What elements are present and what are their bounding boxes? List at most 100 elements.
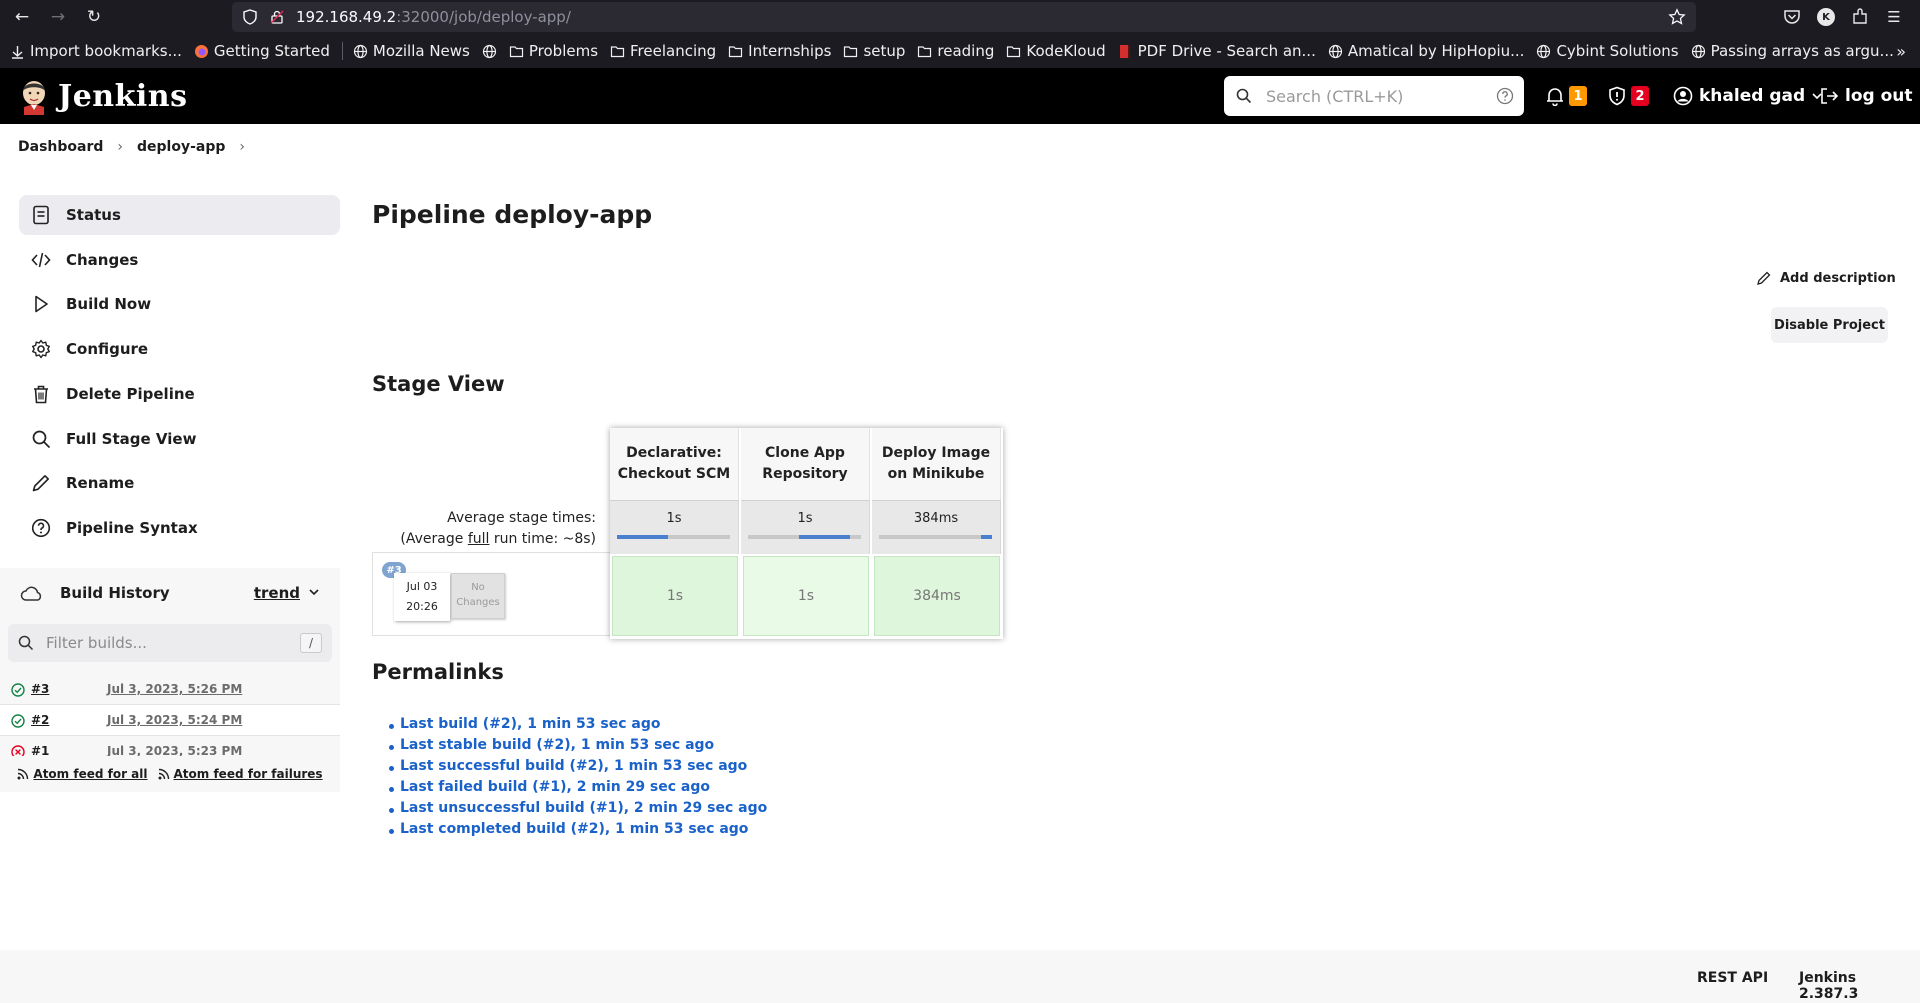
bookmark-item[interactable]: KodeKloud: [1006, 42, 1106, 60]
sidebar-item-rename[interactable]: Rename: [19, 463, 340, 503]
menu-icon[interactable]: ☰: [1884, 7, 1904, 27]
sidebar-item-label: Changes: [66, 250, 139, 269]
permalinks-title: Permalinks: [372, 660, 504, 684]
breadcrumb-deploy-app[interactable]: deploy-app: [137, 139, 225, 155]
jenkins-version-link[interactable]: Jenkins 2.387.3: [1799, 970, 1920, 1002]
permalink-link[interactable]: Last build (#2), 1 min 53 sec ago: [400, 716, 661, 732]
sidebar-item-build-now[interactable]: Build Now: [19, 284, 340, 324]
atom-feed-all-label: Atom feed for all: [33, 767, 148, 781]
build-number-link[interactable]: #2: [31, 713, 81, 727]
disable-project-button[interactable]: Disable Project: [1771, 307, 1888, 343]
logout-icon: [1821, 88, 1839, 104]
bookmark-item[interactable]: Getting Started: [194, 42, 330, 60]
help-icon[interactable]: [1496, 87, 1514, 105]
code-icon: [31, 250, 51, 270]
jenkins-logo[interactable]: Jenkins: [18, 77, 187, 115]
no-changes-box: No Changes: [451, 573, 505, 619]
build-row[interactable]: #3 Jul 3, 2023, 5:26 PM: [0, 674, 340, 705]
sidebar-item-changes[interactable]: Changes: [19, 240, 340, 280]
jenkins-butler-icon: [23, 81, 45, 115]
bookmark-item[interactable]: reading: [917, 42, 994, 60]
no-changes-line2: Changes: [456, 597, 500, 608]
reload-icon[interactable]: ↻: [80, 3, 108, 31]
address-bar[interactable]: 192.168.49.2:32000/job/deploy-app/: [232, 2, 1696, 32]
sidebar-item-full-stage-view[interactable]: Full Stage View: [19, 419, 340, 459]
bookmark-label: Passing arrays as argu...: [1710, 42, 1894, 60]
stage-progress-bar: [748, 535, 861, 539]
success-check-icon: [11, 682, 25, 697]
bookmark-star-icon[interactable]: [1668, 8, 1686, 26]
search-input[interactable]: [1266, 86, 1486, 106]
search-icon: [31, 429, 51, 449]
stage-run-cell[interactable]: 1s: [612, 556, 738, 636]
permalink-link[interactable]: Last successful build (#2), 1 min 53 sec…: [400, 758, 747, 774]
stage-header: Declarative: Checkout SCM: [610, 428, 739, 500]
account-avatar[interactable]: K: [1817, 8, 1835, 26]
sidebar-item-status[interactable]: Status: [19, 195, 340, 235]
sidebar-item-label: Status: [66, 206, 121, 224]
browser-toolbar: ← → ↻ 192.168.49.2:32000/job/deploy-app/…: [0, 0, 1920, 34]
breadcrumb-dashboard[interactable]: Dashboard: [18, 139, 103, 155]
logout-label: log out: [1845, 86, 1913, 106]
stage-name-line2: Checkout SCM: [617, 466, 731, 482]
back-arrow-icon[interactable]: ←: [8, 3, 36, 31]
filter-builds-input[interactable]: [46, 634, 286, 652]
atom-feed-all-link[interactable]: Atom feed for all: [17, 767, 148, 781]
rest-api-link[interactable]: REST API: [1697, 970, 1768, 986]
trend-link[interactable]: trend: [254, 584, 300, 602]
build-date-link[interactable]: Jul 3, 2023, 5:24 PM: [107, 713, 242, 727]
forward-arrow-icon[interactable]: →: [44, 3, 72, 31]
bookmarks-overflow-icon[interactable]: »: [1896, 42, 1906, 61]
bookmark-item[interactable]: Internships: [728, 42, 831, 60]
bookmark-label: Getting Started: [213, 42, 330, 60]
logout-link[interactable]: log out: [1819, 68, 1913, 124]
permalink-link[interactable]: Last unsuccessful build (#1), 2 min 29 s…: [400, 800, 767, 816]
security-button[interactable]: 2: [1607, 68, 1649, 124]
permalink-link[interactable]: Last stable build (#2), 1 min 53 sec ago: [400, 737, 714, 753]
atom-feed-failures-link[interactable]: Atom feed for failures: [158, 767, 323, 781]
permalink-link[interactable]: Last completed build (#2), 1 min 53 sec …: [400, 821, 748, 837]
stage-name: Declarative: Checkout SCM: [618, 443, 730, 485]
bookmark-item[interactable]: Mozilla News: [353, 42, 470, 60]
chevron-down-icon[interactable]: [308, 586, 320, 598]
bookmark-item[interactable]: Problems: [509, 42, 598, 60]
build-number-link[interactable]: #3: [31, 682, 81, 696]
permalinks-list: Last build (#2), 1 min 53 sec ago Last st…: [388, 716, 767, 842]
bookmark-item[interactable]: PDF Drive - Search an...: [1118, 42, 1316, 60]
build-row[interactable]: #2 Jul 3, 2023, 5:24 PM: [0, 705, 340, 736]
stage-average: 384ms: [872, 500, 1001, 554]
stage-run-cell[interactable]: 384ms: [874, 556, 1000, 636]
bookmark-item[interactable]: Freelancing: [610, 42, 716, 60]
chevron-right-icon[interactable]: ›: [239, 139, 245, 155]
extensions-icon[interactable]: [1850, 7, 1870, 27]
sidebar-item-configure[interactable]: Configure: [19, 329, 340, 369]
bookmark-item[interactable]: [482, 44, 497, 59]
pocket-icon[interactable]: [1782, 7, 1802, 27]
bookmark-label: Mozilla News: [372, 42, 470, 60]
filter-builds-box[interactable]: /: [8, 624, 332, 662]
stage-name: Clone App Repository: [762, 443, 847, 485]
stage-progress-bar: [879, 535, 992, 539]
search-box[interactable]: [1224, 76, 1524, 116]
add-description-link[interactable]: Add description: [1756, 270, 1896, 286]
stage-name: Deploy Image on Minikube: [882, 443, 990, 485]
permalink-link[interactable]: Last failed build (#1), 2 min 29 sec ago: [400, 779, 710, 795]
build-history-header: Build History trend: [0, 568, 340, 618]
bookmark-item[interactable]: Passing arrays as argu...: [1691, 42, 1894, 60]
stage-run-cell[interactable]: 1s: [743, 556, 869, 636]
bookmark-item[interactable]: Import bookmarks...: [10, 42, 182, 60]
avg-full-link[interactable]: full: [468, 531, 490, 547]
bookmark-item[interactable]: setup: [843, 42, 905, 60]
bookmark-separator: [341, 42, 343, 60]
notifications-button[interactable]: 1: [1545, 68, 1587, 124]
bookmark-item[interactable]: Cybint Solutions: [1536, 42, 1679, 60]
avg-full-suffix: run time: ~8s): [489, 531, 596, 547]
globe-icon: [1536, 44, 1551, 59]
bookmark-label: setup: [863, 42, 906, 60]
sidebar-item-pipeline-syntax[interactable]: Pipeline Syntax: [19, 508, 340, 548]
user-menu[interactable]: khaled gad: [1673, 68, 1823, 124]
permalink-item: Last stable build (#2), 1 min 53 sec ago: [388, 737, 767, 758]
build-date-link[interactable]: Jul 3, 2023, 5:26 PM: [107, 682, 242, 696]
sidebar-item-delete-pipeline[interactable]: Delete Pipeline: [19, 374, 340, 414]
bookmark-item[interactable]: Amatical by HipHopiu...: [1328, 42, 1524, 60]
